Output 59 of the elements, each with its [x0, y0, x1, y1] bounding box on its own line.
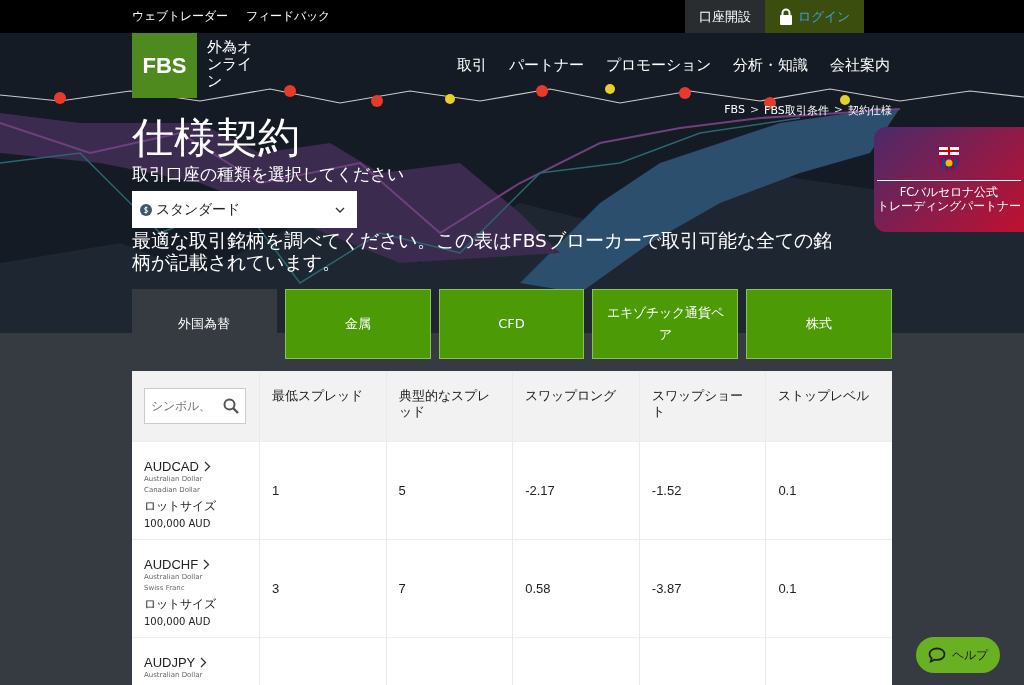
account-prompt: 取引口座の種類を選択してください: [132, 163, 405, 185]
top-link[interactable]: ウェブトレーダー: [132, 8, 228, 25]
open-account-button[interactable]: 口座開設: [685, 0, 765, 33]
column-header: 最低スプレッド: [272, 388, 363, 404]
search-field[interactable]: シンボル、: [144, 388, 246, 424]
table-cell: -1.52: [651, 483, 682, 498]
category-tab[interactable]: 株式: [746, 289, 892, 359]
nav-link[interactable]: 取引: [457, 56, 487, 75]
dollar-coin-icon: [140, 203, 152, 216]
description: 最適な取引銘柄を調べてください。この表はFBSブローカーで取引可能な全ての銘柄が記載されています。: [132, 230, 833, 274]
column-header: ストップレベル: [778, 388, 870, 404]
breadcrumb-link[interactable]: FBS: [724, 103, 745, 119]
lot-label: ロットサイズ: [144, 596, 216, 613]
page-title: 仕様契約: [132, 113, 301, 163]
category-tab[interactable]: 金属: [284, 289, 431, 359]
symbol-link[interactable]: AUDCHF: [144, 557, 211, 572]
category-tab[interactable]: CFD: [438, 289, 585, 359]
table-cell: 5: [398, 483, 406, 498]
table-cell: 1: [272, 483, 280, 498]
table-cell: 0.1: [778, 581, 797, 596]
breadcrumb-link[interactable]: FBS取引条件: [764, 103, 829, 119]
search-icon: [223, 398, 239, 414]
table-cell: 0.1: [778, 483, 797, 498]
nav-link[interactable]: プロモーション: [606, 56, 711, 75]
category-tab[interactable]: エキゾチック通貨ペア: [592, 289, 739, 359]
sponsor-badge[interactable]: FCバルセロナ公式 トレーディングパートナー: [874, 127, 1024, 232]
chevron-right-icon: [203, 461, 211, 472]
column-header: 典型的なスプレッド: [398, 388, 491, 420]
table-cell: 7: [398, 581, 406, 596]
column-header: スワップロング: [525, 388, 617, 404]
nav-link[interactable]: 会社案内: [830, 56, 890, 75]
sponsor-text: トレーディングパートナー: [877, 199, 1021, 213]
lock-icon: [779, 8, 793, 25]
breadcrumb-separator: >: [749, 103, 760, 118]
chevron-right-icon: [203, 559, 211, 570]
account-select[interactable]: スタンダード: [132, 191, 357, 228]
breadcrumb-separator: >: [833, 103, 843, 118]
chat-bubble-icon: [928, 647, 946, 663]
sponsor-text: FCバルセロナ公式: [899, 185, 999, 199]
column-header: スワップショート: [651, 388, 744, 420]
nav-link[interactable]: パートナー: [509, 56, 584, 75]
top-link[interactable]: フィードバック: [246, 8, 330, 25]
table-cell: -2.17: [525, 483, 555, 498]
chevron-right-icon: [200, 657, 208, 668]
chevron-down-icon: [335, 206, 345, 213]
lot-size: 100,000 AUD: [144, 518, 211, 529]
table-cell: 3: [272, 581, 280, 596]
symbol-link[interactable]: AUDCAD: [144, 459, 211, 474]
tagline: 外為オンライン: [207, 39, 253, 90]
breadcrumb-link[interactable]: 契約仕様: [848, 103, 892, 119]
help-button[interactable]: ヘルプ: [916, 637, 1000, 673]
lot-size: 100,000 AUD: [144, 616, 211, 627]
lot-label: ロットサイズ: [144, 498, 216, 515]
symbol-link[interactable]: AUDJPY: [144, 655, 208, 670]
crest-icon: [938, 146, 960, 172]
table-cell: 0.58: [525, 581, 551, 596]
nav-link[interactable]: 分析・知識: [733, 56, 808, 75]
logo[interactable]: FBS: [132, 33, 197, 98]
table-cell: -3.87: [651, 581, 682, 596]
